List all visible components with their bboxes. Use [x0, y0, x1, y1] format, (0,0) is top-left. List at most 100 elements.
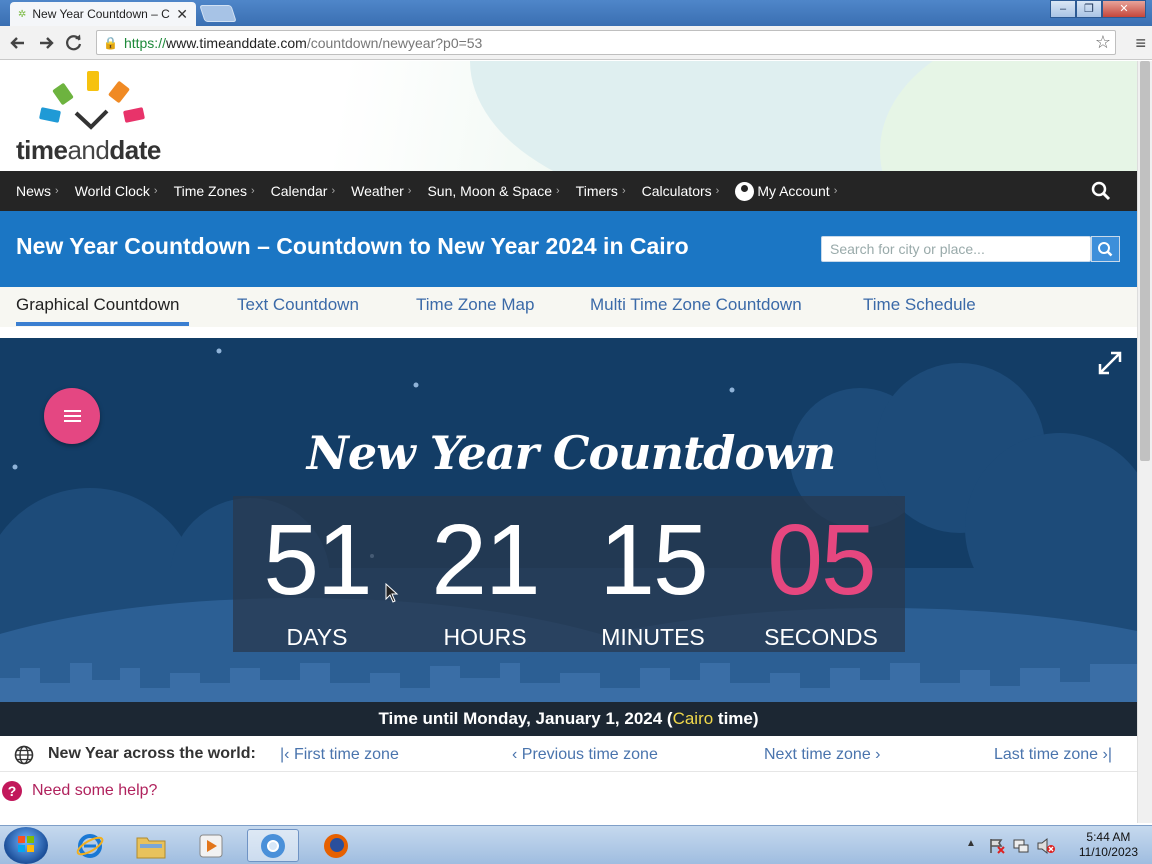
site-header: timeanddate	[0, 61, 1137, 171]
taskbar-chrome[interactable]	[247, 829, 299, 862]
countdown-target-text: Time until Monday, January 1, 2024 (Cair…	[0, 702, 1137, 736]
volume-muted-icon[interactable]	[1036, 837, 1056, 855]
chevron-right-icon: ›	[621, 185, 626, 197]
start-button[interactable]	[4, 827, 48, 864]
forward-arrow-icon	[40, 36, 54, 49]
show-hidden-icons-icon[interactable]: ▲	[966, 838, 976, 849]
browser-toolbar: 🔒 https:// www.timeanddate.com /countdow…	[0, 26, 1152, 60]
tab-time-schedule[interactable]: Time Schedule	[863, 295, 976, 315]
countdown-seconds: 05 SECONDS	[737, 496, 905, 651]
nav-item-calendar[interactable]: Calendar ›	[271, 183, 336, 199]
forward-button[interactable]	[32, 29, 60, 57]
site-logo-text[interactable]: timeanddate	[16, 135, 161, 166]
tab-graphical-countdown[interactable]: Graphical Countdown	[16, 295, 179, 315]
nav-item-timers[interactable]: Timers ›	[576, 183, 626, 199]
hours-value: 21	[431, 504, 540, 616]
nav-item-news[interactable]: News ›	[16, 183, 59, 199]
chevron-right-icon: ›	[250, 185, 255, 197]
taskbar-media-player[interactable]	[185, 829, 237, 862]
browser-menu-icon[interactable]: ≡	[1135, 33, 1146, 54]
timeanddate-logo-icon[interactable]	[36, 69, 156, 139]
countdown-subnav: Graphical Countdown Text Countdown Time …	[0, 287, 1137, 327]
url-path: /countdown/newyear?p0=53	[306, 34, 483, 51]
minimize-button[interactable]: –	[1050, 0, 1076, 18]
countdown-hero: New Year Countdown 51 DAYS 21 HOURS 15 M…	[0, 338, 1137, 736]
taskbar-file-explorer[interactable]	[125, 829, 177, 862]
network-icon[interactable]	[1012, 837, 1030, 855]
lock-icon: 🔒	[103, 35, 118, 50]
tab-text-countdown[interactable]: Text Countdown	[237, 295, 359, 315]
taskbar-firefox[interactable]	[310, 829, 362, 862]
back-button[interactable]	[4, 29, 32, 57]
minutes-label: MINUTES	[601, 624, 705, 650]
internet-explorer-icon	[76, 833, 104, 858]
tab-close-icon[interactable]: ✕	[176, 6, 188, 23]
city-search-input[interactable]: Search for city or place...	[821, 236, 1091, 262]
search-icon[interactable]	[1091, 181, 1111, 201]
taskbar-internet-explorer[interactable]	[64, 829, 116, 862]
last-time-zone-link[interactable]: Last time zone ›|	[994, 746, 1112, 764]
tab-multi-time-zone-countdown[interactable]: Multi Time Zone Countdown	[590, 295, 802, 315]
nav-item-world-clock[interactable]: World Clock ›	[75, 183, 158, 199]
restore-button[interactable]: ❐	[1076, 0, 1102, 18]
tab-time-zone-map[interactable]: Time Zone Map	[416, 295, 534, 315]
chevron-right-icon: ›	[833, 185, 838, 197]
next-time-zone-link[interactable]: Next time zone ›	[764, 746, 881, 764]
chevron-right-icon: ›	[407, 185, 412, 197]
url-host: www.timeanddate.com	[165, 34, 307, 51]
chevron-left-icon: ‹	[512, 746, 522, 763]
new-tab-button[interactable]	[199, 5, 237, 22]
windows-taskbar: ▲ 5:44 AM 11/10/2023	[0, 825, 1152, 864]
close-window-button[interactable]: ✕	[1102, 0, 1146, 18]
help-link[interactable]: ? Need some help?	[0, 777, 400, 805]
last-arrow-icon: ›|	[1098, 746, 1113, 763]
minutes-value: 15	[599, 504, 708, 616]
site-favicon-icon: ✲	[18, 8, 27, 20]
clock-date: 11/10/2023	[1078, 845, 1138, 859]
city-search-button[interactable]	[1091, 236, 1120, 262]
search-icon	[1098, 242, 1113, 257]
nav-item-calculators[interactable]: Calculators ›	[642, 183, 720, 199]
active-tab-underline	[16, 322, 189, 326]
nav-item-time-zones[interactable]: Time Zones ›	[174, 183, 255, 199]
first-arrow-icon: |‹	[280, 746, 294, 763]
windows-logo-icon	[18, 836, 34, 852]
chevron-right-icon: ›	[331, 185, 336, 197]
countdown-days: 51 DAYS	[233, 496, 401, 651]
globe-icon	[14, 745, 34, 765]
chevron-right-icon: ›	[153, 185, 158, 197]
bookmark-star-icon[interactable]: ☆	[1095, 32, 1111, 53]
countdown-counter: 51 DAYS 21 HOURS 15 MINUTES 05 SECONDS	[233, 496, 905, 652]
clock-time: 5:44 AM	[1086, 830, 1131, 844]
reload-button[interactable]	[60, 29, 88, 57]
first-time-zone-link[interactable]: |‹ First time zone	[280, 746, 399, 764]
mouse-cursor-icon	[385, 583, 399, 603]
countdown-hours: 21 HOURS	[401, 496, 569, 651]
world-timezone-bar: New Year across the world: |‹ First time…	[0, 736, 1137, 772]
nav-item-my-account[interactable]: My Account ›	[735, 181, 838, 201]
browser-tab[interactable]: ✲ New Year Countdown – C ✕	[10, 2, 196, 26]
media-player-icon	[199, 834, 223, 857]
address-bar[interactable]: 🔒 https:// www.timeanddate.com /countdow…	[96, 30, 1116, 55]
account-icon	[735, 181, 755, 201]
action-center-flag-icon[interactable]	[988, 837, 1006, 855]
reload-icon	[66, 34, 82, 50]
browser-titlebar: ✲ New Year Countdown – C ✕ – ❐ ✕	[0, 0, 1152, 26]
page-scrollbar[interactable]	[1137, 61, 1152, 823]
page-title-banner: New Year Countdown – Countdown to New Ye…	[0, 211, 1137, 287]
tab-title: New Year Countdown – C	[32, 7, 170, 21]
city-link[interactable]: Cairo	[673, 709, 714, 728]
url-scheme: https://	[123, 34, 166, 51]
fullscreen-expand-icon[interactable]	[1097, 350, 1123, 376]
chevron-right-icon: ›	[55, 185, 59, 197]
taskbar-clock[interactable]: 5:44 AM 11/10/2023	[1079, 830, 1138, 860]
firefox-icon	[324, 833, 348, 858]
scrollbar-thumb[interactable]	[1140, 61, 1150, 461]
previous-time-zone-link[interactable]: ‹ Previous time zone	[512, 746, 658, 764]
nav-item-weather[interactable]: Weather ›	[351, 183, 411, 199]
seconds-value: 05	[767, 504, 876, 616]
back-arrow-icon	[10, 36, 24, 49]
help-question-icon: ?	[2, 781, 22, 801]
days-value: 51	[263, 504, 372, 616]
nav-item-sun-moon-space[interactable]: Sun, Moon & Space ›	[427, 183, 559, 199]
